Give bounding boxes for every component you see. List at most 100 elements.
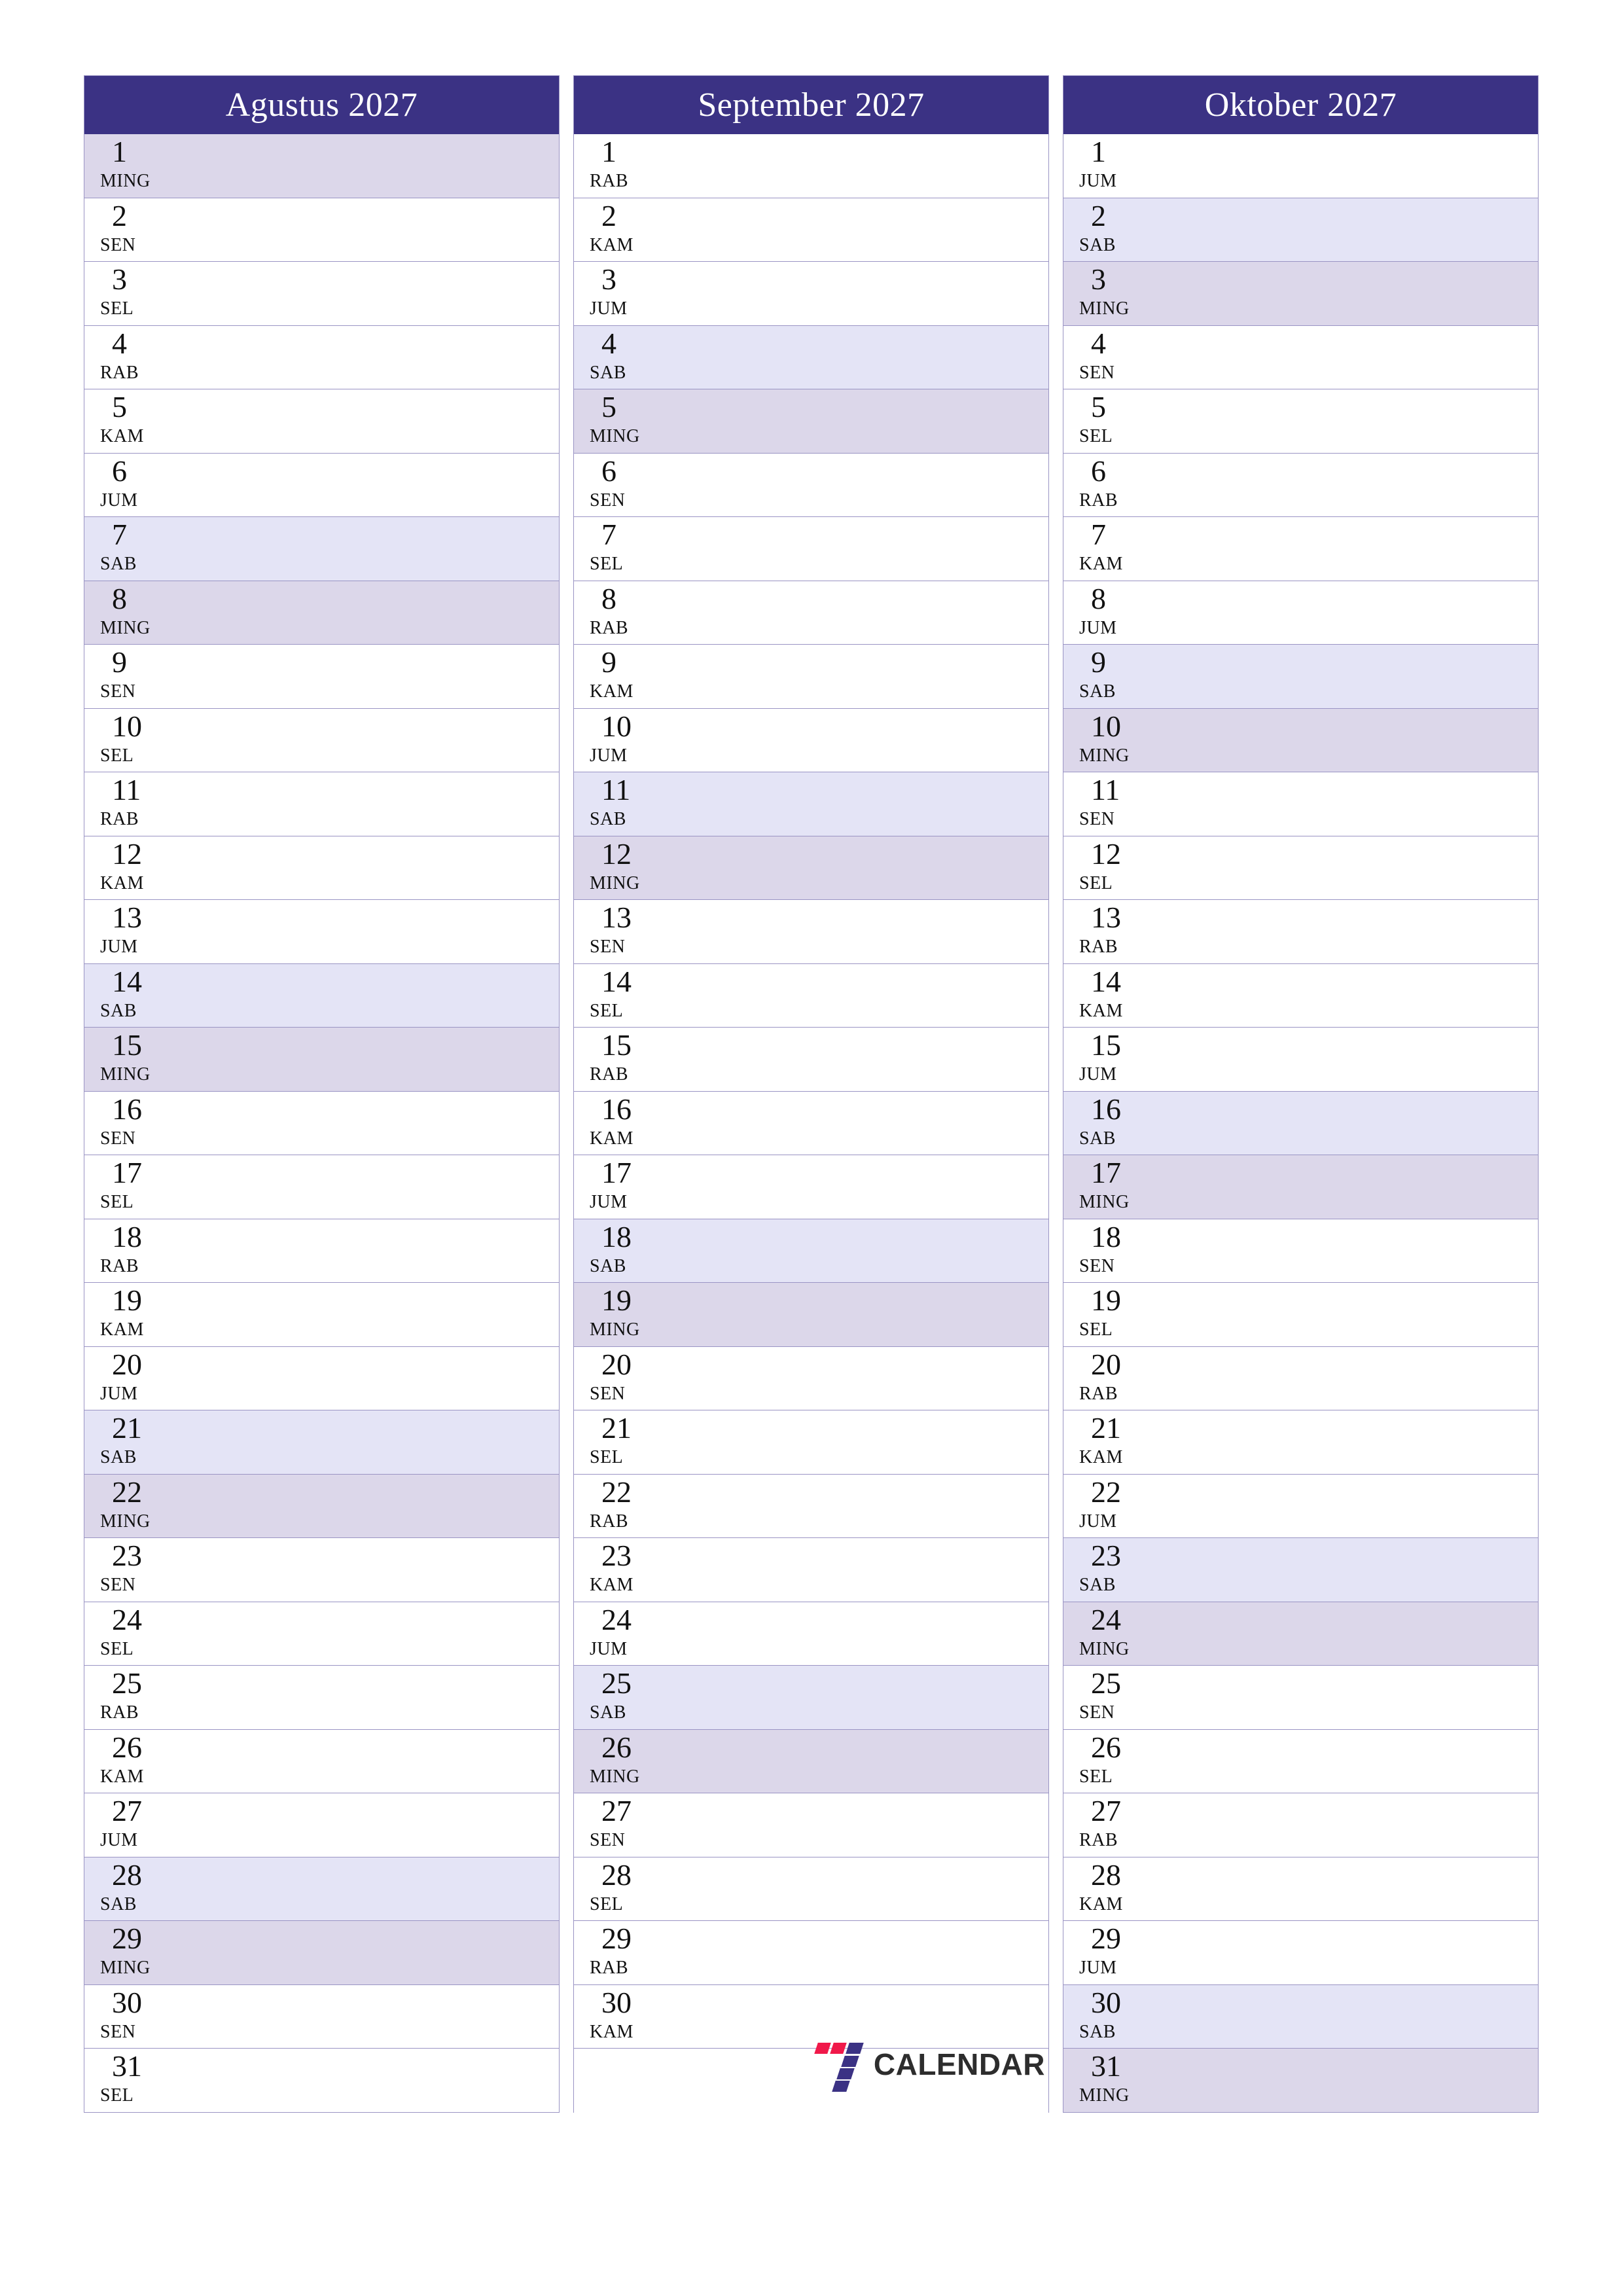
day-row[interactable]: 9 SAB <box>1063 645 1538 709</box>
day-row[interactable]: 6 RAB <box>1063 453 1538 517</box>
day-row[interactable]: 7 SEL <box>574 517 1048 581</box>
day-row[interactable]: 13 SEN <box>574 900 1048 964</box>
day-row[interactable]: 20 SEN <box>574 1346 1048 1410</box>
day-row[interactable]: 4 SEN <box>1063 325 1538 389</box>
day-row[interactable]: 19 SEL <box>1063 1283 1538 1347</box>
day-row[interactable]: 29 JUM <box>1063 1921 1538 1985</box>
day-row[interactable]: 5 KAM <box>84 389 559 454</box>
day-row[interactable]: 1 RAB <box>574 134 1048 198</box>
day-row[interactable]: 2 SAB <box>1063 198 1538 262</box>
day-row[interactable]: 25 SAB <box>574 1666 1048 1730</box>
day-row[interactable]: 22 JUM <box>1063 1474 1538 1538</box>
day-row[interactable]: 18 SEN <box>1063 1219 1538 1283</box>
day-row[interactable]: 20 JUM <box>84 1346 559 1410</box>
day-row[interactable]: 27 JUM <box>84 1793 559 1857</box>
day-row[interactable]: 1 JUM <box>1063 134 1538 198</box>
day-row[interactable]: 22 RAB <box>574 1474 1048 1538</box>
day-row[interactable]: 15 JUM <box>1063 1028 1538 1092</box>
day-row[interactable]: 11 SEN <box>1063 772 1538 836</box>
day-row[interactable]: 29 MING <box>84 1921 559 1985</box>
day-row[interactable]: 13 RAB <box>1063 900 1538 964</box>
day-row[interactable]: 24 JUM <box>574 1602 1048 1666</box>
day-row[interactable]: 26 KAM <box>84 1729 559 1793</box>
day-row[interactable]: 24 MING <box>1063 1602 1538 1666</box>
day-row[interactable]: 5 SEL <box>1063 389 1538 454</box>
day-row[interactable]: 4 SAB <box>574 325 1048 389</box>
day-row[interactable]: 6 JUM <box>84 453 559 517</box>
day-row[interactable]: 6 SEN <box>574 453 1048 517</box>
day-number: 29 <box>112 1922 142 1955</box>
day-row[interactable]: 25 SEN <box>1063 1666 1538 1730</box>
day-row[interactable]: 17 MING <box>1063 1155 1538 1219</box>
day-row[interactable]: 8 RAB <box>574 581 1048 645</box>
day-number: 16 <box>1091 1092 1121 1126</box>
day-row[interactable]: 10 SEL <box>84 708 559 772</box>
day-row[interactable]: 9 KAM <box>574 645 1048 709</box>
day-row[interactable]: 14 SEL <box>574 963 1048 1028</box>
day-number: 9 <box>112 645 127 679</box>
day-row[interactable]: 21 KAM <box>1063 1410 1538 1475</box>
day-row[interactable]: 23 SAB <box>1063 1538 1538 1602</box>
day-number: 26 <box>1091 1730 1121 1764</box>
day-row[interactable]: 26 SEL <box>1063 1729 1538 1793</box>
day-row[interactable]: 3 JUM <box>574 262 1048 326</box>
day-row[interactable]: 31 MING <box>1063 2049 1538 2113</box>
day-row[interactable]: 3 MING <box>1063 262 1538 326</box>
day-row[interactable]: 19 MING <box>574 1283 1048 1347</box>
day-number: 12 <box>1091 836 1121 870</box>
day-row[interactable]: 28 SEL <box>574 1857 1048 1921</box>
day-weekday: SAB <box>1079 2021 1116 2042</box>
day-row[interactable]: 12 MING <box>574 836 1048 900</box>
day-row[interactable]: 16 SAB <box>1063 1091 1538 1155</box>
day-row[interactable]: 30 SAB <box>1063 1984 1538 2049</box>
day-row[interactable]: 1 MING <box>84 134 559 198</box>
day-row[interactable]: 22 MING <box>84 1474 559 1538</box>
day-row[interactable]: 21 SEL <box>574 1410 1048 1475</box>
day-row[interactable]: 14 KAM <box>1063 963 1538 1028</box>
day-row[interactable]: 8 MING <box>84 581 559 645</box>
day-row[interactable]: 9 SEN <box>84 645 559 709</box>
day-row[interactable]: 16 SEN <box>84 1091 559 1155</box>
day-row[interactable]: 16 KAM <box>574 1091 1048 1155</box>
day-row[interactable]: 13 JUM <box>84 900 559 964</box>
day-row[interactable]: 8 JUM <box>1063 581 1538 645</box>
day-row[interactable]: 15 RAB <box>574 1028 1048 1092</box>
day-row[interactable]: 29 RAB <box>574 1921 1048 1985</box>
day-row[interactable]: 3 SEL <box>84 262 559 326</box>
day-row[interactable]: 12 SEL <box>1063 836 1538 900</box>
day-row[interactable]: 27 RAB <box>1063 1793 1538 1857</box>
day-row[interactable]: 27 SEN <box>574 1793 1048 1857</box>
day-row[interactable]: 18 RAB <box>84 1219 559 1283</box>
day-row[interactable]: 24 SEL <box>84 1602 559 1666</box>
day-row[interactable]: 31 SEL <box>84 2049 559 2113</box>
month-columns: Agustus 2027 1 MING 2 SEN 3 SEL 4 RAB 5 KAM 6 JUM 7 SA… <box>84 75 1539 2113</box>
day-number: 9 <box>601 645 616 679</box>
day-row[interactable]: 7 KAM <box>1063 517 1538 581</box>
day-row[interactable]: 7 SAB <box>84 517 559 581</box>
day-row[interactable]: 23 KAM <box>574 1538 1048 1602</box>
day-row[interactable]: 21 SAB <box>84 1410 559 1475</box>
day-row[interactable]: 26 MING <box>574 1729 1048 1793</box>
day-row[interactable]: 30 SEN <box>84 1984 559 2049</box>
day-row[interactable]: 15 MING <box>84 1028 559 1092</box>
day-row[interactable]: 11 SAB <box>574 772 1048 836</box>
day-row[interactable]: 5 MING <box>574 389 1048 454</box>
day-row[interactable]: 2 KAM <box>574 198 1048 262</box>
day-row[interactable]: 20 RAB <box>1063 1346 1538 1410</box>
day-row[interactable]: 4 RAB <box>84 325 559 389</box>
day-row[interactable]: 10 JUM <box>574 708 1048 772</box>
day-row[interactable]: 17 SEL <box>84 1155 559 1219</box>
day-row[interactable]: 23 SEN <box>84 1538 559 1602</box>
day-row[interactable]: 12 KAM <box>84 836 559 900</box>
day-row[interactable]: 11 RAB <box>84 772 559 836</box>
day-row[interactable]: 18 SAB <box>574 1219 1048 1283</box>
day-row[interactable]: 28 KAM <box>1063 1857 1538 1921</box>
day-row[interactable]: 10 MING <box>1063 708 1538 772</box>
day-weekday: SAB <box>1079 1128 1116 1149</box>
day-row[interactable]: 19 KAM <box>84 1283 559 1347</box>
day-row[interactable]: 17 JUM <box>574 1155 1048 1219</box>
day-row[interactable]: 25 RAB <box>84 1666 559 1730</box>
day-row[interactable]: 14 SAB <box>84 963 559 1028</box>
day-row[interactable]: 28 SAB <box>84 1857 559 1921</box>
day-row[interactable]: 2 SEN <box>84 198 559 262</box>
